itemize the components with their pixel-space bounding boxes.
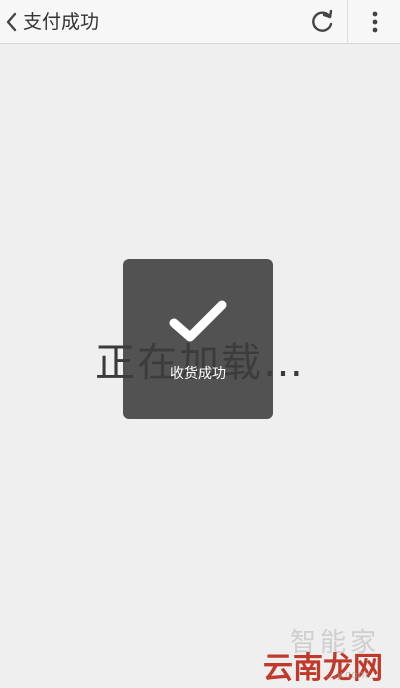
top-bar: 支付成功 (0, 0, 400, 44)
watermark-url: ...y.com (326, 668, 369, 681)
refresh-icon (312, 9, 333, 32)
success-toast: 收货成功 (123, 259, 273, 419)
more-options-button[interactable] (350, 0, 400, 44)
refresh-button[interactable] (302, 0, 342, 44)
page-title: 支付成功 (23, 11, 100, 33)
checkmark-icon (169, 300, 227, 342)
back-button[interactable] (0, 0, 22, 44)
vertical-dots-icon (372, 11, 378, 33)
toast-message: 收货成功 (170, 366, 226, 382)
toolbar-divider (347, 0, 348, 44)
chevron-left-icon (6, 12, 17, 32)
